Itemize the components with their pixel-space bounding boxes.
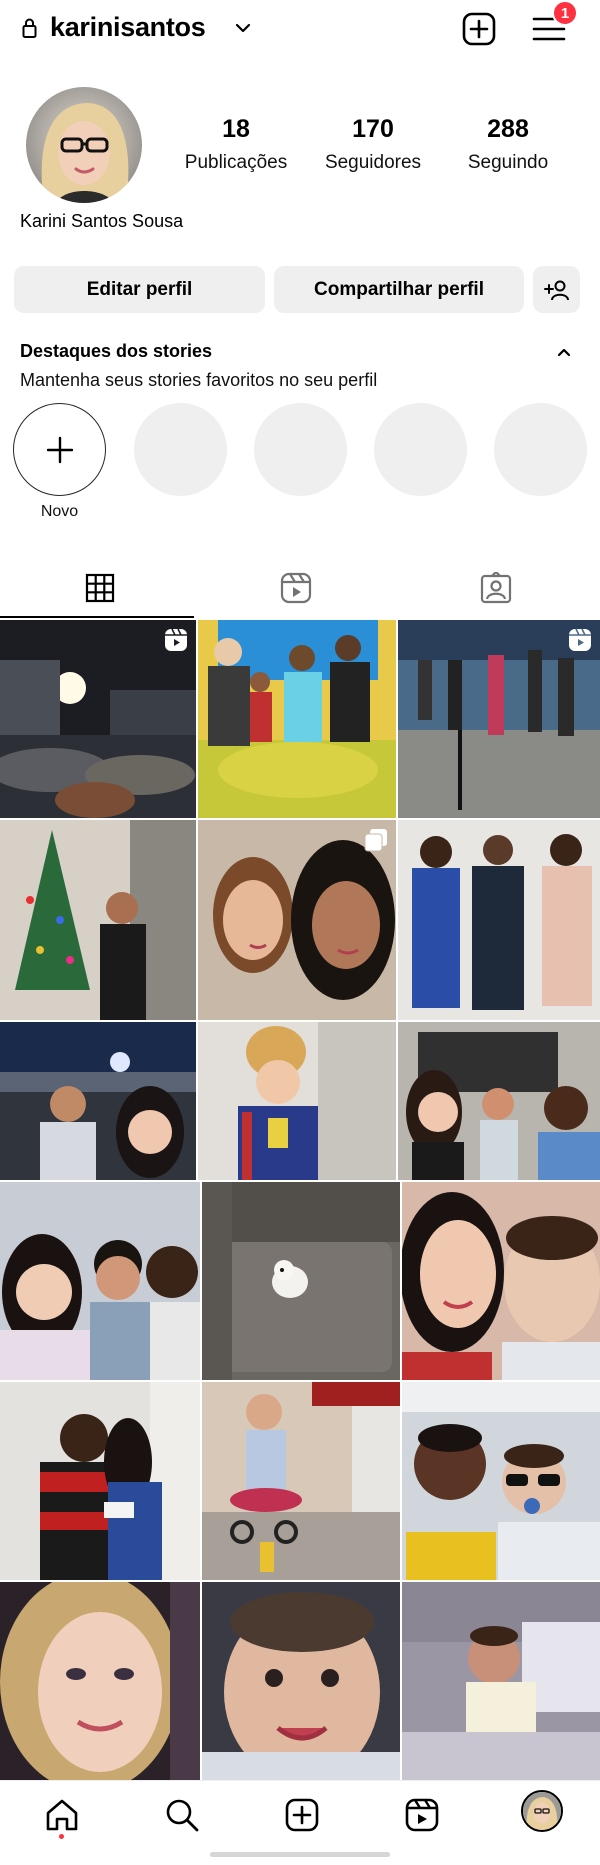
profile-full-name: Karini Santos Sousa bbox=[20, 211, 184, 231]
post-thumbnail[interactable] bbox=[202, 1582, 400, 1780]
tab-reels[interactable] bbox=[196, 558, 396, 618]
create-icon bbox=[285, 1798, 319, 1832]
post-thumbnail[interactable] bbox=[198, 620, 396, 818]
post-thumbnail[interactable] bbox=[398, 620, 600, 818]
top-bar: karinisantos 1 bbox=[0, 0, 600, 58]
post-thumbnail[interactable] bbox=[398, 820, 600, 1020]
reels-icon bbox=[405, 1798, 439, 1832]
grid-icon bbox=[85, 573, 115, 603]
profile-username[interactable]: karinisantos bbox=[50, 12, 206, 43]
share-profile-button[interactable]: Compartilhar perfil bbox=[274, 266, 524, 313]
highlights-title: Destaques dos stories bbox=[20, 341, 213, 361]
following-label: Seguindo bbox=[467, 152, 549, 173]
post-thumbnail[interactable] bbox=[198, 1022, 396, 1180]
posts-grid bbox=[0, 620, 600, 1780]
nav-home[interactable] bbox=[42, 1795, 82, 1835]
lock-icon bbox=[22, 18, 37, 38]
nav-create[interactable] bbox=[282, 1795, 322, 1835]
post-thumbnail[interactable] bbox=[0, 1022, 196, 1180]
nav-search[interactable] bbox=[162, 1795, 202, 1835]
posts-label: Publicações bbox=[184, 152, 288, 173]
stat-followers[interactable]: 170 Seguidores bbox=[303, 115, 443, 174]
home-active-dot bbox=[59, 1834, 64, 1839]
home-icon bbox=[46, 1799, 78, 1831]
chevron-down-icon[interactable] bbox=[234, 19, 252, 37]
stat-posts[interactable]: 18 Publicações bbox=[166, 115, 306, 174]
edit-profile-button[interactable]: Editar perfil bbox=[14, 266, 265, 313]
nav-profile-avatar[interactable] bbox=[521, 1790, 563, 1832]
tagged-icon bbox=[480, 572, 512, 604]
post-thumbnail[interactable] bbox=[398, 1022, 600, 1180]
nav-reels[interactable] bbox=[402, 1795, 442, 1835]
highlight-placeholder bbox=[254, 403, 347, 496]
highlight-placeholder bbox=[374, 403, 467, 496]
post-thumbnail[interactable] bbox=[0, 1182, 200, 1380]
reel-badge-icon bbox=[569, 628, 591, 651]
post-thumbnail[interactable] bbox=[0, 820, 196, 1020]
post-thumbnail[interactable] bbox=[402, 1582, 600, 1780]
add-post-icon[interactable] bbox=[462, 12, 496, 46]
stat-following[interactable]: 288 Seguindo bbox=[438, 115, 578, 174]
post-thumbnail[interactable] bbox=[202, 1182, 400, 1380]
chevron-up-icon[interactable] bbox=[555, 343, 573, 361]
post-thumbnail[interactable] bbox=[0, 1382, 200, 1580]
plus-icon bbox=[46, 436, 73, 463]
post-thumbnail[interactable] bbox=[0, 1582, 200, 1780]
highlight-placeholder bbox=[134, 403, 227, 496]
new-highlight-label: Novo bbox=[40, 503, 79, 520]
profile-avatar[interactable] bbox=[26, 87, 142, 203]
highlights-subtitle: Mantenha seus stories favoritos no seu p… bbox=[20, 370, 378, 390]
followers-label: Seguidores bbox=[324, 152, 422, 173]
reels-icon bbox=[280, 572, 312, 604]
post-thumbnail[interactable] bbox=[0, 620, 196, 818]
multiple-badge-icon bbox=[364, 829, 387, 852]
post-thumbnail[interactable] bbox=[402, 1182, 600, 1380]
post-thumbnail[interactable] bbox=[402, 1382, 600, 1580]
post-thumbnail[interactable] bbox=[198, 820, 396, 1020]
post-thumbnail[interactable] bbox=[202, 1382, 400, 1580]
add-user-button[interactable] bbox=[533, 266, 580, 313]
following-count: 288 bbox=[487, 115, 529, 143]
add-user-icon bbox=[543, 280, 569, 300]
notification-badge: 1 bbox=[552, 0, 578, 26]
active-tab-indicator bbox=[0, 616, 194, 618]
highlight-placeholder bbox=[494, 403, 587, 496]
search-icon bbox=[166, 1799, 199, 1832]
reel-badge-icon bbox=[165, 628, 187, 651]
followers-count: 170 bbox=[352, 115, 394, 143]
tab-posts[interactable] bbox=[0, 558, 200, 618]
tab-tagged[interactable] bbox=[396, 558, 596, 618]
new-highlight-button[interactable] bbox=[13, 403, 106, 496]
home-indicator bbox=[210, 1852, 390, 1857]
profile-tabs bbox=[0, 558, 600, 618]
posts-count: 18 bbox=[222, 115, 250, 143]
